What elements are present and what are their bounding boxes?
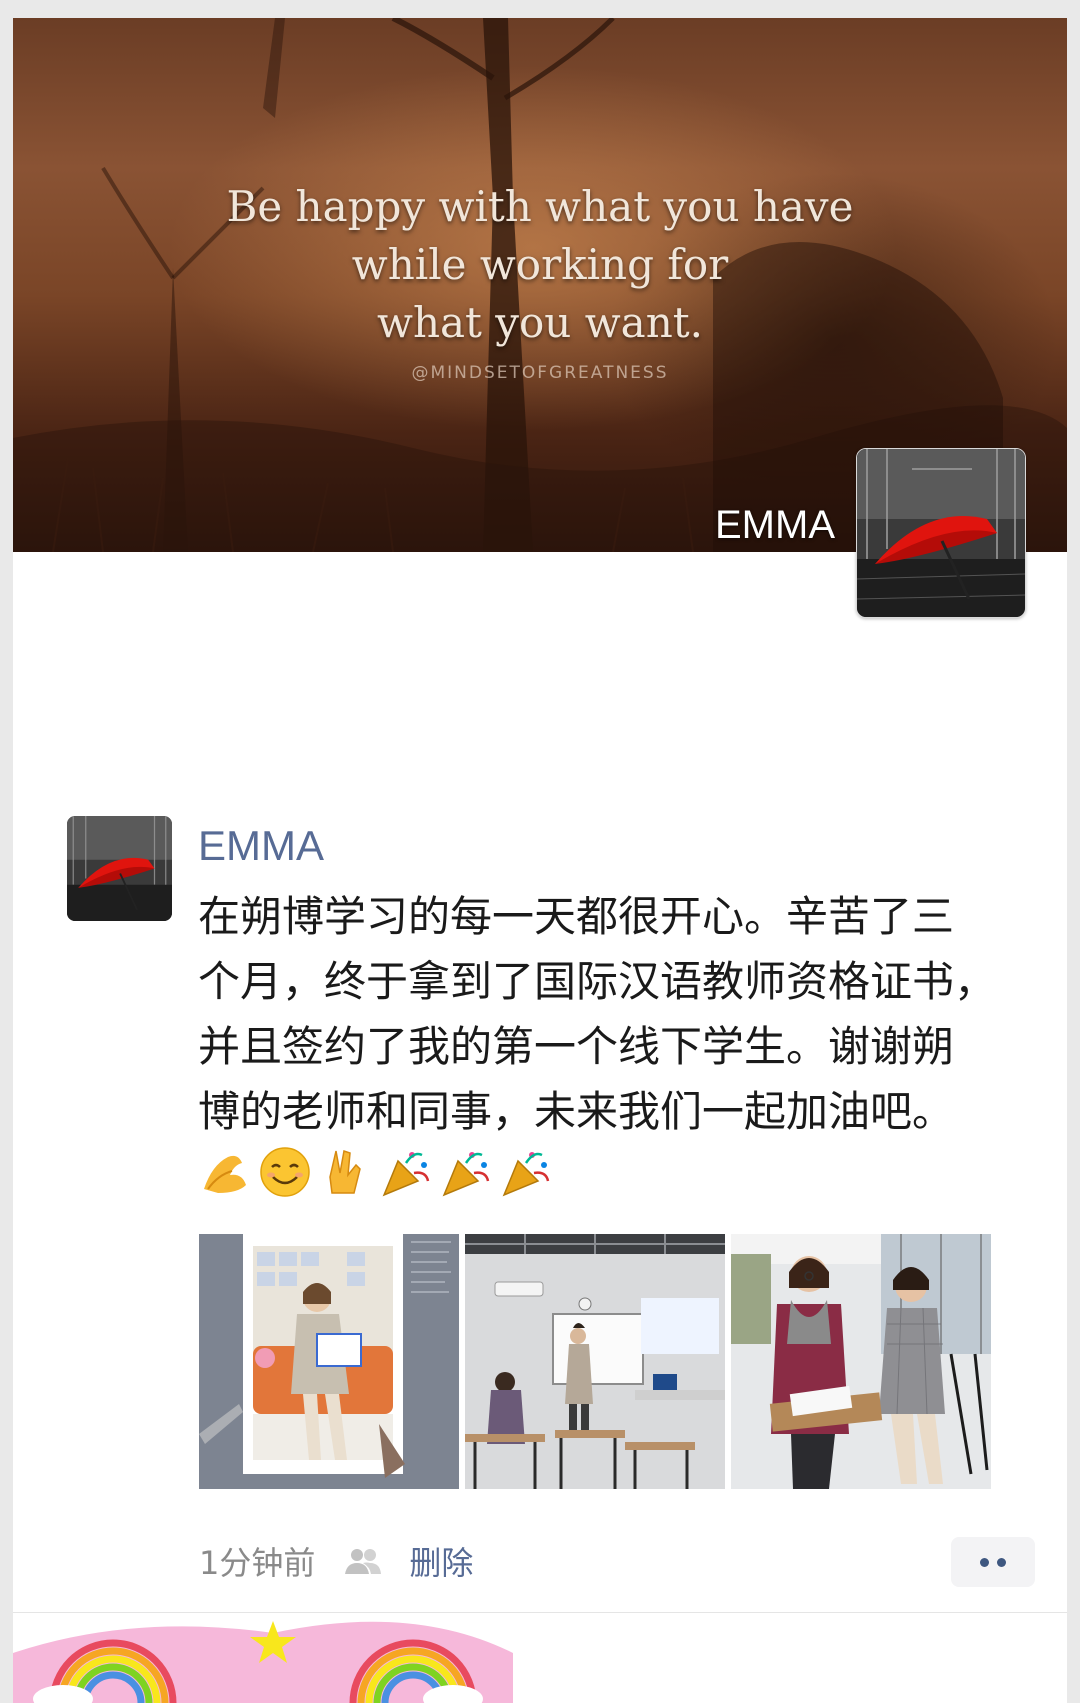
post-timestamp: 1分钟前 xyxy=(199,1544,316,1582)
post-author-name[interactable]: EMMA xyxy=(198,816,324,876)
ok-hand-emoji xyxy=(204,1155,246,1193)
smiling-face-emoji xyxy=(260,1147,310,1197)
post-text-line: 个月，终于拿到了国际汉语教师资格证书， xyxy=(198,957,997,1006)
cover-quote: Be happy with what you have while workin… xyxy=(13,178,1067,352)
post-meta-row: 1分钟前 删除 xyxy=(199,1533,473,1589)
post-emoji-row xyxy=(198,1145,552,1205)
red-umbrella-avatar-image xyxy=(67,816,172,921)
party-popper-emoji xyxy=(382,1152,430,1197)
moments-page: Be happy with what you have while workin… xyxy=(13,18,1067,1703)
post-text-line: 博的老师和同事，未来我们一起加油吧。 xyxy=(198,1087,955,1136)
cover-quote-line-1: Be happy with what you have xyxy=(226,182,854,231)
victory-hand-emoji xyxy=(329,1150,361,1194)
rainbow-cloud-image xyxy=(13,1613,1067,1703)
red-umbrella-avatar-image xyxy=(857,449,1025,617)
people-icon[interactable] xyxy=(343,1546,383,1576)
photo-woman-on-orange-sofa[interactable] xyxy=(199,1234,459,1489)
more-actions-button[interactable] xyxy=(951,1537,1035,1587)
party-popper-emoji xyxy=(502,1152,550,1197)
photo-classroom-teaching[interactable] xyxy=(465,1234,725,1489)
profile-name[interactable]: EMMA xyxy=(715,503,835,548)
delete-link[interactable]: 删除 xyxy=(409,1538,473,1584)
photo-two-women-in-class[interactable] xyxy=(731,1234,991,1489)
more-dot-icon xyxy=(980,1557,989,1567)
post-text: 在朔博学习的每一天都很开心。辛苦了三 个月，终于拿到了国际汉语教师资格证书， 并… xyxy=(198,884,1013,1144)
next-post-preview[interactable] xyxy=(13,1613,1067,1703)
post-photo-grid xyxy=(199,1234,991,1489)
cover-quote-handle: @MINDSETOFGREATNESS xyxy=(411,363,669,383)
party-popper-emoji xyxy=(442,1152,490,1197)
cover-quote-line-3: what you want. xyxy=(377,298,703,347)
more-dot-icon xyxy=(997,1557,1006,1567)
post-text-line: 在朔博学习的每一天都很开心。辛苦了三 xyxy=(198,892,955,941)
cover-quote-line-2: while working for xyxy=(351,240,729,289)
post-author-avatar[interactable] xyxy=(67,816,172,921)
post-text-line: 并且签约了我的第一个线下学生。谢谢朔 xyxy=(198,1022,955,1071)
profile-avatar[interactable] xyxy=(856,448,1026,618)
